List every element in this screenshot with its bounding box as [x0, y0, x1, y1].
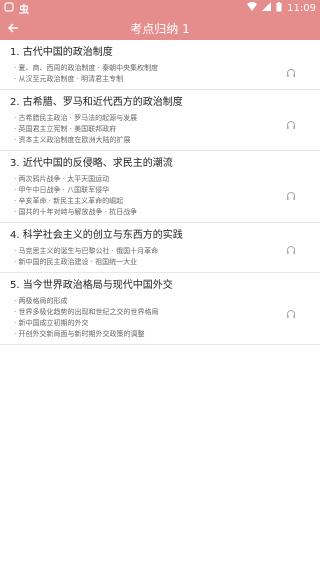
headphones-icon[interactable] — [286, 68, 296, 78]
app-bar: 考点归纳 1 — [0, 16, 320, 40]
battery-icon — [276, 1, 282, 15]
lesson-item[interactable]: · 新中国成立初期的外交 — [10, 318, 310, 329]
lesson-item[interactable]: · 国共的十年对峙与解放战争 · 抗日战争 — [10, 207, 310, 218]
lesson-item[interactable]: · 英国君主立宪制 · 美国联邦政府 — [10, 124, 310, 135]
notification-app-icon — [4, 1, 14, 15]
headphones-icon[interactable] — [286, 120, 296, 130]
unit-title: 5. 当今世界政治格局与现代中国外交 — [10, 280, 173, 291]
wifi-icon — [247, 2, 258, 14]
unit-item[interactable]: 2. 古希腊、罗马和近代西方的政治制度 · 古希腊民主政治 · 罗马法的起源与发… — [0, 90, 320, 151]
lesson-item[interactable]: · 新中国的民主政治建设 · 祖国统一大业 — [10, 257, 310, 268]
unit-item[interactable]: 3. 近代中国的反侵略、求民主的潮流 · 两次鸦片战争 · 太平天国运动 · 甲… — [0, 151, 320, 223]
status-bar: 虫 11:09 — [0, 0, 320, 16]
unit-item[interactable]: 1. 古代中国的政治制度 · 夏、商、西周的政治制度 · 秦朝中央集权制度 · … — [0, 40, 320, 90]
headphones-icon[interactable] — [286, 191, 296, 201]
unit-title: 3. 近代中国的反侵略、求民主的潮流 — [10, 158, 173, 169]
lesson-item[interactable]: · 资本主义政治制度在欧洲大陆的扩展 — [10, 135, 310, 146]
unit-item[interactable]: 4. 科学社会主义的创立与东西方的实践 · 马克思主义的诞生与巴黎公社 · 俄国… — [0, 223, 320, 273]
unit-title: 4. 科学社会主义的创立与东西方的实践 — [10, 230, 183, 241]
page-title: 考点归纳 1 — [130, 21, 190, 36]
unit-list: 1. 古代中国的政治制度 · 夏、商、西周的政治制度 · 秦朝中央集权制度 · … — [0, 40, 320, 345]
signal-icon — [262, 2, 272, 14]
lesson-item[interactable]: · 两次鸦片战争 · 太平天国运动 — [10, 174, 310, 185]
unit-title: 1. 古代中国的政治制度 — [10, 47, 113, 58]
lesson-item[interactable]: · 两极格局的形成 — [10, 296, 310, 307]
back-button[interactable] — [0, 16, 26, 40]
clock: 11:09 — [287, 2, 316, 14]
headphones-icon[interactable] — [286, 245, 296, 255]
lesson-item[interactable]: · 甲午中日战争 · 八国联军侵华 — [10, 185, 310, 196]
lesson-item[interactable]: · 马克思主义的诞生与巴黎公社 · 俄国十月革命 — [10, 246, 310, 257]
lesson-item[interactable]: · 世界多极化趋势的出现和世纪之交的世界格局 — [10, 307, 310, 318]
unit-title: 2. 古希腊、罗马和近代西方的政治制度 — [10, 97, 183, 108]
lesson-item[interactable]: · 夏、商、西周的政治制度 · 秦朝中央集权制度 — [10, 63, 310, 74]
lesson-item[interactable]: · 古希腊民主政治 · 罗马法的起源与发展 — [10, 113, 310, 124]
lesson-item[interactable]: · 开创外交新局面与新时期外交政策的调整 — [10, 329, 310, 340]
headphones-icon[interactable] — [286, 309, 296, 319]
unit-item[interactable]: 5. 当今世界政治格局与现代中国外交 · 两极格局的形成 · 世界多极化趋势的出… — [0, 273, 320, 345]
back-arrow-icon — [8, 23, 18, 33]
lesson-item[interactable]: · 辛亥革命 · 新民主主义革命的崛起 — [10, 196, 310, 207]
notification-badge-icon: 虫 — [19, 4, 29, 16]
lesson-item[interactable]: · 从汉至元政治制度 · 明清君主专制 — [10, 74, 310, 85]
